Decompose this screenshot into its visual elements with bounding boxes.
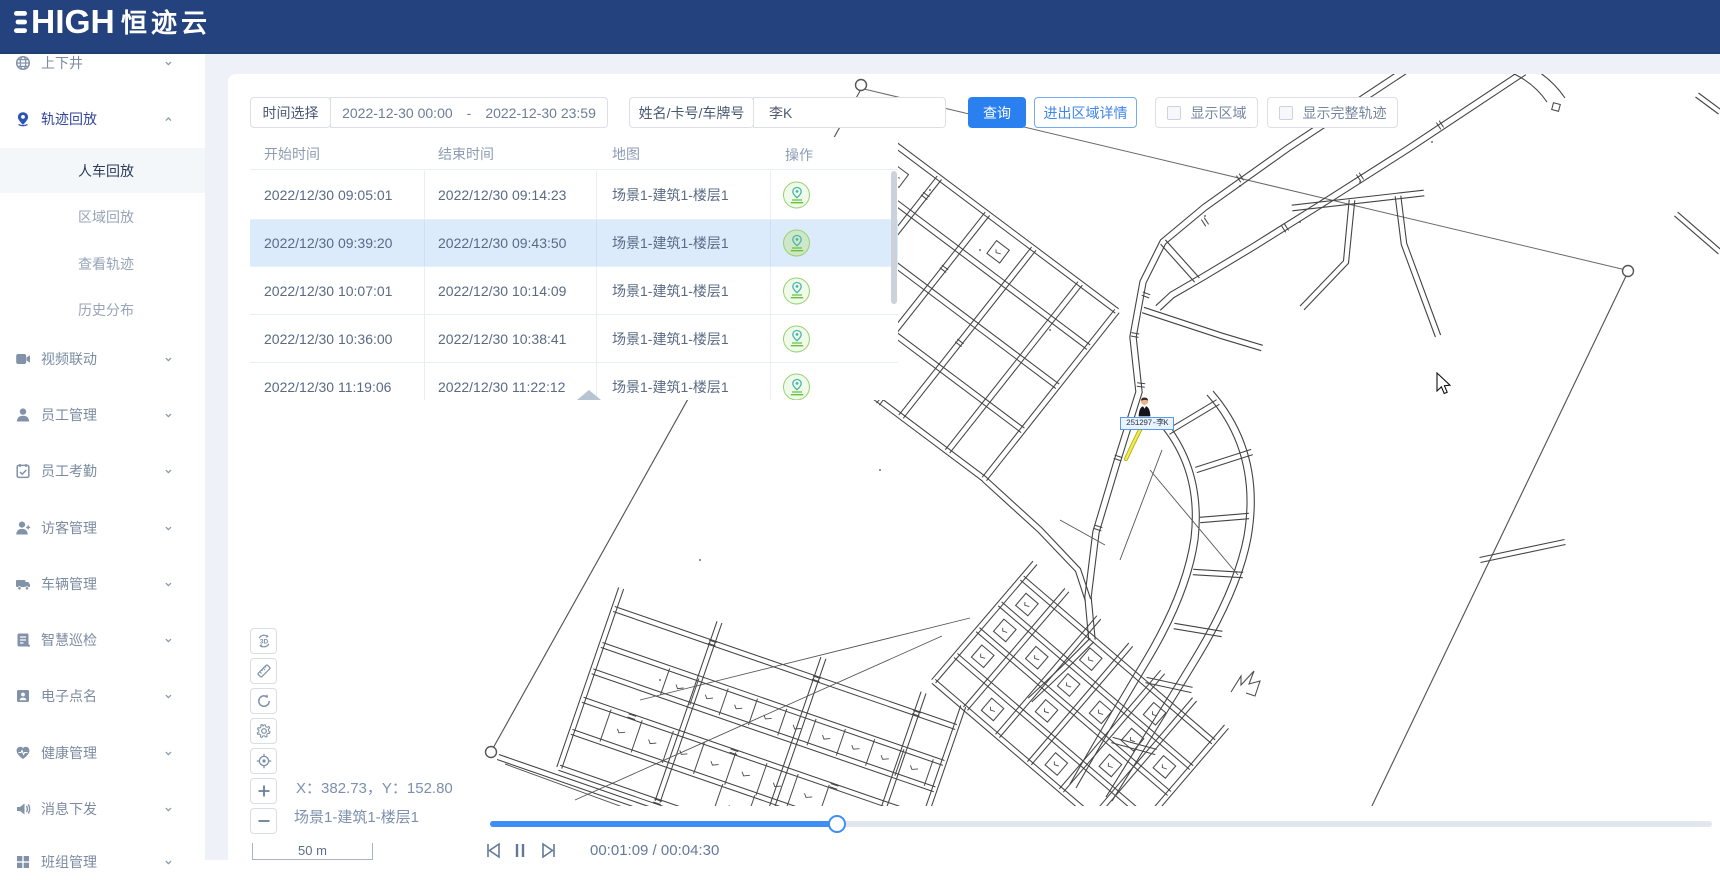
svg-text:恒迹云: 恒迹云	[121, 8, 211, 38]
svg-text:3D: 3D	[259, 639, 268, 646]
svg-text:HIGH: HIGH	[31, 7, 115, 41]
